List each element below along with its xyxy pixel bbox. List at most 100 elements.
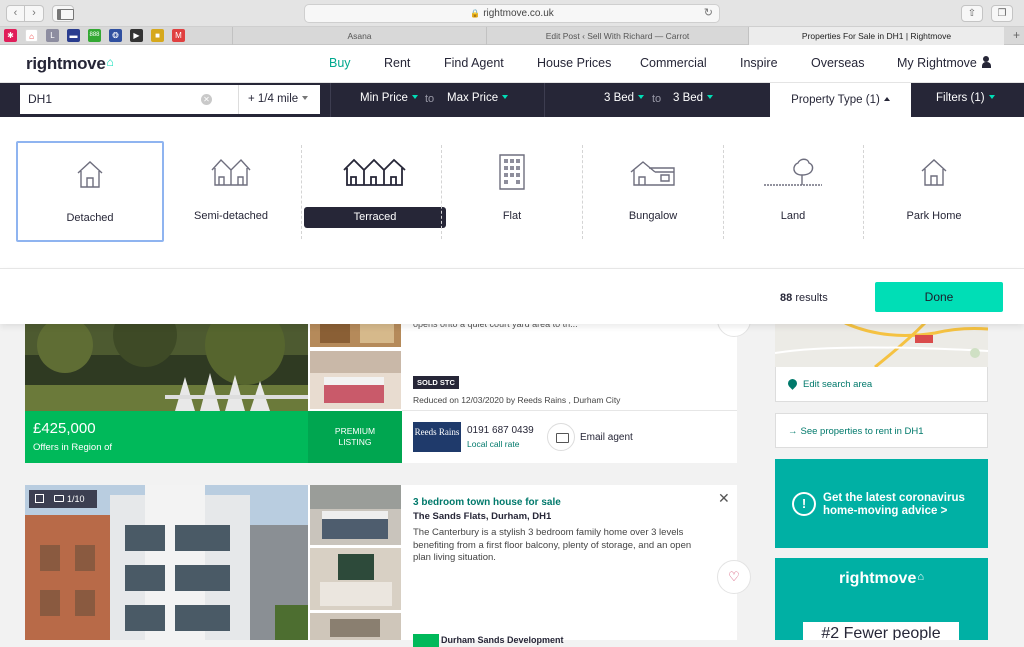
heart-icon[interactable]: ♡ xyxy=(717,560,751,594)
arrow-right-icon: → xyxy=(788,426,798,437)
min-bed-select[interactable]: 3 Bed xyxy=(604,92,645,104)
property-type-flat[interactable]: Flat xyxy=(438,141,586,242)
nav-overseas[interactable]: Overseas xyxy=(811,56,865,70)
tab-carrot[interactable]: Edit Post ‹ Sell With Richard — Carrot xyxy=(486,27,748,45)
email-agent-link[interactable]: Email agent xyxy=(580,432,633,443)
coronavirus-advice-banner[interactable]: ! Get the latest coronavirus home-moving… xyxy=(775,459,988,548)
play-favicon-icon[interactable]: ▶ xyxy=(130,29,143,42)
property-type-bungalow[interactable]: Bungalow xyxy=(579,141,727,242)
nav-find-agent[interactable]: Find Agent xyxy=(444,56,504,70)
listing-price: £425,000 xyxy=(33,420,96,437)
tab-overview-icon[interactable]: ❐ xyxy=(991,5,1013,22)
done-button[interactable]: Done xyxy=(875,282,1003,312)
gmail-favicon-icon[interactable]: M xyxy=(172,29,185,42)
rent-link[interactable]: → See properties to rent in DH1 xyxy=(775,413,988,448)
divider xyxy=(402,410,737,411)
floorplan-icon xyxy=(35,494,44,503)
note-favicon-icon[interactable]: ■ xyxy=(151,29,164,42)
property-type-land[interactable]: Land xyxy=(719,141,867,242)
property-type-semi-detached[interactable]: Semi-detached xyxy=(157,141,305,242)
bungalow-icon xyxy=(630,161,675,186)
nav-commercial[interactable]: Commercial xyxy=(640,56,707,70)
covid-line-2: home-moving advice > xyxy=(823,505,948,517)
max-bed-select[interactable]: 3 Bed xyxy=(673,92,714,104)
edit-area-label: Edit search area xyxy=(803,379,873,390)
location-input[interactable]: DH1 ✕ xyxy=(20,85,238,114)
favorites-bar: ✱ ⌂ L ▬ 888 ❂ ▶ ■ M xyxy=(4,29,185,42)
property-type-label: Land xyxy=(780,210,806,222)
property-photo[interactable] xyxy=(25,315,308,411)
property-type-terraced[interactable]: Terraced xyxy=(301,141,449,242)
forward-icon[interactable]: › xyxy=(25,5,44,22)
chevron-down-icon xyxy=(302,96,309,100)
photo-counter[interactable]: 1/10 xyxy=(29,490,97,508)
dash-favicon-icon[interactable]: ▬ xyxy=(67,29,80,42)
nav-my-rightmove[interactable]: My Rightmove xyxy=(897,56,991,70)
property-type-dropdown[interactable]: Property Type (1) xyxy=(770,83,911,117)
divider xyxy=(544,83,545,117)
promo-text: #2 Fewer people xyxy=(803,622,959,640)
agent-logo[interactable]: Reeds Rains xyxy=(413,422,461,452)
listing-title[interactable]: 3 bedroom town house for sale xyxy=(413,497,561,508)
property-thumbnail[interactable] xyxy=(310,485,401,545)
property-thumbnail[interactable] xyxy=(310,548,401,610)
new-tab-icon[interactable]: + xyxy=(1013,27,1020,44)
premium-listing-label: PREMIUM LISTING xyxy=(308,411,402,463)
reload-icon[interactable]: ↻ xyxy=(704,5,713,22)
number-favicon-icon[interactable]: 888 xyxy=(88,29,101,42)
results-count: 88 results xyxy=(780,292,828,304)
bedroom-photo-icon xyxy=(310,485,401,545)
min-bed-label: 3 Bed xyxy=(604,92,635,104)
edit-search-area-link[interactable]: Edit search area xyxy=(775,367,988,402)
back-icon[interactable]: ‹ xyxy=(6,5,25,22)
chevron-down-icon xyxy=(988,95,995,99)
history-buttons: ‹ › xyxy=(6,5,44,22)
property-card[interactable]: 1/10 3 bedroom town house for sale The S… xyxy=(25,485,737,647)
property-thumbnail[interactable] xyxy=(310,351,401,409)
land-tree-icon xyxy=(764,158,822,186)
listing-description: The Canterbury is a stylish 3 bedroom fa… xyxy=(413,527,692,563)
max-price-select[interactable]: Max Price xyxy=(447,92,509,104)
semi-detached-house-icon xyxy=(211,158,251,186)
nav-inspire[interactable]: Inspire xyxy=(740,56,778,70)
nav-rent[interactable]: Rent xyxy=(384,56,410,70)
nav-house-prices[interactable]: House Prices xyxy=(537,56,611,70)
slack-favicon-icon[interactable]: ✱ xyxy=(4,29,17,42)
price-band[interactable]: £425,000 Offers in Region of xyxy=(25,411,308,463)
nav-buy[interactable]: Buy xyxy=(329,56,351,70)
property-type-detached[interactable]: Detached xyxy=(16,141,164,242)
envelope-icon[interactable] xyxy=(547,423,575,451)
area-map[interactable] xyxy=(775,323,988,367)
property-thumbnail[interactable] xyxy=(310,613,401,640)
property-type-label: Property Type (1) xyxy=(791,94,880,106)
radius-select[interactable]: + 1/4 mile xyxy=(238,85,320,114)
property-photo[interactable] xyxy=(25,485,308,640)
tab-rightmove[interactable]: Properties For Sale in DH1 | Rightmove xyxy=(748,27,1004,45)
rightmove-logo[interactable]: rightmove⌂ xyxy=(26,54,114,74)
address-bar[interactable]: 🔒 rightmove.co.uk ↻ xyxy=(304,4,720,23)
max-price-label: Max Price xyxy=(447,92,499,104)
agent-phone[interactable]: 0191 687 0439 xyxy=(467,425,534,436)
globe-favicon-icon[interactable]: ❂ xyxy=(109,29,122,42)
tab-asana[interactable]: Asana xyxy=(232,27,486,45)
close-icon[interactable]: ✕ xyxy=(718,490,730,507)
promo-banner[interactable]: rightmove⌂ #2 Fewer people xyxy=(775,558,988,640)
home-favicon-icon[interactable]: ⌂ xyxy=(25,29,38,42)
lock-icon: 🔒 xyxy=(470,9,481,18)
min-price-select[interactable]: Min Price xyxy=(360,92,418,104)
property-type-panel: Detached Semi-detached Terraced Flat Bun… xyxy=(0,117,1024,268)
bedroom-photo-icon xyxy=(310,351,401,409)
property-type-label: Flat xyxy=(502,210,522,222)
building-photo-icon xyxy=(25,485,308,640)
share-icon[interactable]: ⇧ xyxy=(961,5,983,22)
url-text: rightmove.co.uk xyxy=(483,8,554,19)
pin-icon xyxy=(786,377,799,390)
l-favicon-icon[interactable]: L xyxy=(46,29,59,42)
promo-logo-text: rightmove xyxy=(839,570,917,587)
clear-icon[interactable]: ✕ xyxy=(201,94,212,105)
sidebar-toggle-icon[interactable] xyxy=(52,5,74,22)
filters-dropdown[interactable]: Filters (1) xyxy=(936,92,995,104)
property-type-park-home[interactable]: Park Home xyxy=(860,141,1008,242)
chevron-down-icon xyxy=(638,95,645,99)
property-card[interactable]: £425,000 Offers in Region of PREMIUM LIS… xyxy=(25,315,737,463)
